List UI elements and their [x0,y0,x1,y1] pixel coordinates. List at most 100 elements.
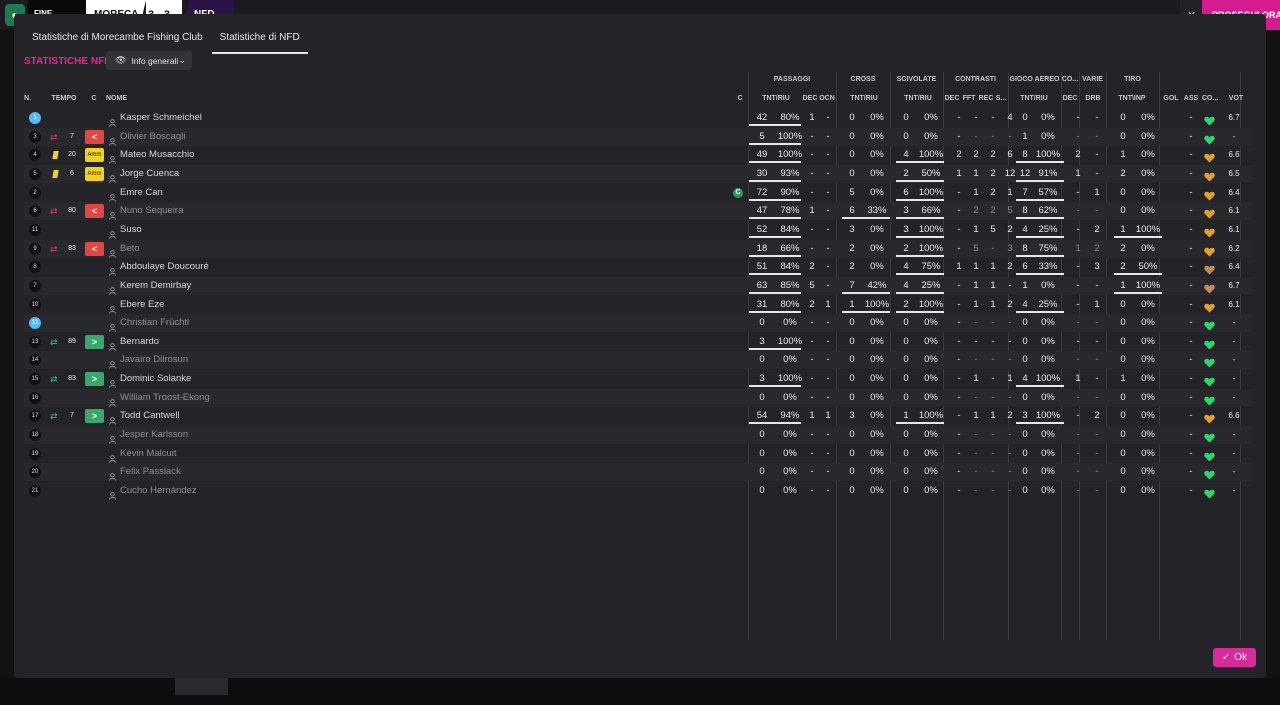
value-bar [1016,179,1064,182]
column-header-vot[interactable]: VOT [1226,95,1246,102]
table-row[interactable]: 13 ⇄ 89 > Bernardo 3 100% - -0 0% 0 0% - - - -0 0% - -0 0% -… [24,333,1252,351]
shots-pct: 0% [1141,167,1155,179]
column-header-tempo[interactable]: TEMPO [50,95,78,102]
ok-button[interactable]: ✓ Ok [1213,648,1256,667]
crosses-pct: 0% [870,167,884,179]
player-name[interactable]: Emre Can [120,184,163,202]
player-name[interactable]: Cucho Hernández [120,482,197,500]
player-name[interactable]: Christian Früchtl [120,314,189,332]
tackles-pct: 0% [924,335,938,347]
table-row[interactable]: 7 Kerem Demirbay 63 85% 5-7 42% 4 25% -1 1-1 0% - -1… [24,276,1252,295]
table-row[interactable]: 1 Kasper Schmeichel 42 80% 1-0 0% 0 0% - - -4 0 0% - -… [24,109,1252,127]
table-row[interactable]: 19 Kévin Malcuit 0 0% - -0 0% 0 0% - - - -0 0% - -0 0% - - [24,445,1252,463]
column-group-header: CROSS [850,76,876,83]
player-name[interactable]: Nuno Sequeira [120,202,183,220]
table-row[interactable]: 14 Javairo Dilrosun 0 0% - -0 0% 0 0% - - - -0 0% - -0 0… [24,351,1252,370]
subbed-on-badge: > [85,334,104,349]
dribbles: - [1095,130,1099,142]
value-bar [896,161,944,164]
dribbles: - [1095,466,1099,478]
duels-s: 4 [1007,112,1013,123]
player-name[interactable]: Abdoulaye Doucouré [120,258,209,276]
player-icon [109,170,116,183]
co-dec: - [1076,130,1080,142]
player-name[interactable]: Todd Cantwell [120,407,180,425]
duels-s: 6 [1007,149,1013,161]
match-rating: - [1232,467,1236,477]
column-header-varie-drb[interactable]: DRB [1082,95,1104,102]
table-row[interactable]: 21 Cucho Hernández 0 0% - -0 0% 0 0% - - - -0 0% - -0 0%… [24,482,1252,500]
player-name[interactable]: William Troost-Ekong [120,389,210,407]
table-row[interactable]: 6 ⇄ 80 < Nuno Sequeira 47 78% 1-6 33% 3 66% -2 2 5 8 62… [24,202,1252,221]
condition-heart-icon [1204,188,1215,201]
column-header-co-dec[interactable]: DEC [1062,95,1078,102]
table-row[interactable]: 10 Ebere Eze 31 80% 2 1 1 100% 2 100% -1 1 2 4 25% -1 0 0… [24,296,1252,314]
table-row[interactable]: 16 William Troost-Ekong 0 0% - -0 0% 0 0% - - - -0 0%… [24,388,1252,407]
column-header-cross-tnt[interactable]: TNT/RIU [842,95,886,102]
player-name[interactable]: Jorge Cuenca [120,165,179,183]
table-row[interactable]: 5 6 Amm Jorge Cuenca 30 93% - -0 0% 2 50% 1 1 2 12 12 91… [24,164,1252,183]
player-name[interactable]: Bernardo [120,333,159,351]
column-header-con-rec[interactable]: REC [978,95,994,102]
table-row[interactable]: 11 Suso 52 84% - -3 0% 3 100% -1 5 2 4 25% -2 1 100% -6.1 [24,221,1252,239]
dribbles: - [1095,354,1099,366]
value-bar [842,291,890,294]
table-row[interactable]: 20 Felix Passlack 0 0% - -0 0% 0 0% - - - -0 0% - -0 0% -… [24,463,1252,482]
match-rating: 6.4 [1228,262,1240,272]
column-header-nome[interactable]: NOME [106,95,166,102]
column-header-con-s[interactable]: S... [994,95,1008,102]
player-name[interactable]: Felix Passlack [120,463,181,481]
player-name[interactable]: Kévin Malcuit [120,445,177,463]
column-header-sciv-tnt[interactable]: TNT/RIU [896,95,940,102]
table-row[interactable]: 3 ⇄ 7 < Olivier Boscagli 5 100% - -0 0% 0 0% - - - -1 0%… [24,127,1252,146]
condition-heart-icon [1204,225,1215,238]
player-name[interactable]: Javairo Dilrosun [120,351,188,369]
duels-s: - [1008,429,1012,441]
column-header-gol[interactable]: GOL [1160,95,1182,102]
column-header-aereo-tnt[interactable]: TNT/RIU [1012,95,1056,102]
table-row[interactable]: 17 ⇄ 7 > Todd Cantwell 54 94% 1 1 3 0% 1 100% -1 1 2 3 10… [24,407,1252,426]
column-header-n[interactable]: N. [24,95,38,102]
column-header-pass-tnt[interactable]: TNT/RIU [754,95,798,102]
player-name[interactable]: Jesper Karlsson [120,426,188,444]
table-row[interactable]: 4 20 Amm Mateo Musacchio 49 100% - -0 0% 4 100% 2 2 2… [24,146,1252,164]
duels-recovered: - [991,391,995,403]
value-bar [896,217,944,220]
column-header-c2[interactable]: C [734,95,746,102]
table-row[interactable]: 18 Jesper Karlsson 0 0% - -0 0% 0 0% - - - -0 0% - -0 0%… [24,426,1252,445]
assists: - [1189,410,1193,422]
player-name[interactable]: Ebere Eze [120,296,164,314]
duels-s: - [1008,485,1012,496]
table-row[interactable]: 2 Emre Can C 72 90% - -5 0% 6 100% -1 2 1 7 57% -1 0 0% -6… [24,184,1252,202]
player-name[interactable]: Kasper Schmeichel [120,109,202,127]
player-name[interactable]: Kerem Demirbay [120,277,191,295]
column-header-con-fft[interactable]: FFT [961,95,977,102]
crosses-attempted: 0 [849,112,855,123]
column-header-tiro-tnt[interactable]: TNT\INP [1110,95,1154,102]
column-header-con-dec[interactable]: DEC [944,95,960,102]
ok-button-label: Ok [1234,652,1248,663]
crosses-pct: 0% [870,335,884,347]
player-name[interactable]: Suso [120,221,142,239]
column-header-pass-ocn[interactable]: OCN [818,95,836,102]
table-row[interactable]: 8 Abdoulaye Doucouré 51 84% 2-2 0% 4 75% 1 1 1 2 6 33… [24,258,1252,276]
table-row[interactable]: 15 ⇄ 83 > Dominic Solanke 3 100% - -0 0% 0 0% -1-1 4 1… [24,370,1252,388]
column-group-header: TIRO [1124,76,1141,83]
column-header-pass-dec[interactable]: DEC [802,95,818,102]
column-header-co2[interactable]: CO... [1200,95,1220,102]
duels-s: 12 [1004,167,1016,179]
minute-cell: 83 [68,244,76,252]
column-header-c[interactable]: C [88,95,100,102]
player-name[interactable]: Beto [120,240,140,258]
shirt-number: 11 [29,223,41,236]
duels-s: 2 [1007,410,1013,422]
shots-attempted: 0 [1120,335,1126,347]
table-row[interactable]: 9 ⇄ 83 < Beto 18 66% - -2 0% 2 100% -5-3 8 75% 1 2 2 0% -6.… [24,239,1252,258]
player-name[interactable]: Mateo Musacchio [120,146,194,164]
player-name[interactable]: Dominic Solanke [120,370,191,388]
shirt-number: 17 [29,410,41,423]
table-row[interactable]: 12 Christian Früchtl 0 0% - -0 0% 0 0% - - - -0 0% - -0… [24,314,1252,333]
player-name[interactable]: Olivier Boscagli [120,128,185,146]
column-header-ass[interactable]: ASS [1182,95,1200,102]
headers-pct: 0% [1041,354,1055,366]
